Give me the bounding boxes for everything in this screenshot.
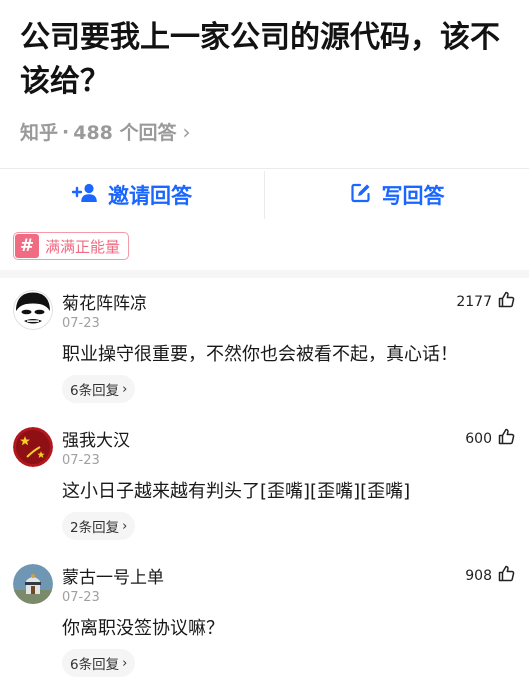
question-title: 公司要我上一家公司的源代码，该不该给？ bbox=[20, 20, 500, 99]
source-label: 知乎 bbox=[20, 122, 59, 144]
chevron-right-icon: › bbox=[122, 518, 128, 534]
view-replies-button[interactable]: 6条回复 › bbox=[62, 375, 136, 403]
view-replies-button[interactable]: 2条回复 › bbox=[62, 512, 136, 540]
hashtag-icon: # bbox=[15, 234, 39, 258]
add-user-icon bbox=[71, 182, 98, 209]
comment-date: 07-23 bbox=[62, 316, 100, 331]
comment-item: 菊花阵阵凉 07-23 2177 职业操守很重要，不然你也会被看不起，真心话！ … bbox=[0, 290, 529, 426]
like-button[interactable]: 908 bbox=[465, 565, 515, 586]
like-count: 2177 bbox=[456, 293, 492, 310]
thumbs-up-icon bbox=[498, 291, 515, 312]
comment-date: 07-23 bbox=[62, 590, 100, 605]
chevron-right-icon: › bbox=[122, 381, 128, 397]
reply-count: 6条回复 bbox=[70, 657, 120, 673]
action-bar: 邀请回答 写回答 bbox=[0, 168, 529, 221]
thumbs-up-icon bbox=[498, 428, 515, 449]
invite-answer-button[interactable]: 邀请回答 bbox=[0, 169, 264, 221]
comment-username[interactable]: 菊花阵阵凉 bbox=[62, 289, 147, 314]
like-button[interactable]: 2177 bbox=[456, 291, 515, 312]
like-count: 908 bbox=[465, 567, 492, 584]
comment-username[interactable]: 强我大汉 bbox=[62, 426, 130, 451]
avatar[interactable] bbox=[13, 564, 53, 604]
invite-answer-label: 邀请回答 bbox=[108, 184, 192, 208]
comment-text: 这小日子越来越有判头了[歪嘴][歪嘴][歪嘴] bbox=[62, 481, 411, 502]
reply-count: 2条回复 bbox=[70, 520, 120, 536]
topic-tag-label: 满满正能量 bbox=[45, 237, 121, 256]
avatar[interactable] bbox=[13, 290, 53, 330]
chevron-right-icon: › bbox=[182, 119, 191, 144]
reply-count: 6条回复 bbox=[70, 383, 120, 399]
section-divider bbox=[0, 270, 529, 278]
comment-username[interactable]: 蒙古一号上单 bbox=[62, 563, 164, 588]
chevron-right-icon: › bbox=[122, 655, 128, 671]
like-button[interactable]: 600 bbox=[465, 428, 515, 449]
comment-item: 蒙古一号上单 07-23 908 你离职没签协议嘛？ 6条回复 › bbox=[0, 564, 529, 700]
answer-count: 488 个回答 bbox=[73, 122, 177, 144]
avatar[interactable] bbox=[13, 427, 53, 467]
comment-text: 你离职没签协议嘛？ bbox=[62, 618, 224, 639]
comment-date: 07-23 bbox=[62, 453, 100, 468]
edit-icon bbox=[350, 182, 372, 209]
meta-separator: · bbox=[62, 120, 70, 143]
answer-meta[interactable]: 知乎 · 488 个回答 › bbox=[20, 118, 191, 145]
comment-text: 职业操守很重要，不然你也会被看不起，真心话！ bbox=[62, 344, 458, 365]
topic-tag[interactable]: # 满满正能量 bbox=[13, 232, 130, 260]
write-answer-button[interactable]: 写回答 bbox=[265, 169, 529, 221]
like-count: 600 bbox=[465, 430, 492, 447]
view-replies-button[interactable]: 6条回复 › bbox=[62, 649, 136, 677]
comment-item: 强我大汉 07-23 600 这小日子越来越有判头了[歪嘴][歪嘴][歪嘴] 2… bbox=[0, 427, 529, 563]
thumbs-up-icon bbox=[498, 565, 515, 586]
write-answer-label: 写回答 bbox=[381, 184, 445, 208]
